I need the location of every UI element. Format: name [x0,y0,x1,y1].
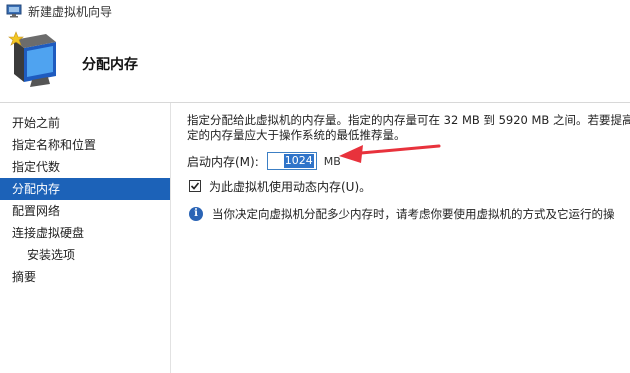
wizard-header: 分配内存 [0,22,630,103]
window-title: 新建虚拟机向导 [28,4,113,19]
startup-memory-row: 启动内存(M): 1024 MB [187,151,341,171]
sidebar-step-2[interactable]: 指定名称和位置 [0,134,170,156]
dynamic-memory-label: 为此虚拟机使用动态内存(U)。 [209,179,372,194]
page-title: 分配内存 [82,57,138,73]
red-arrow-annotation-icon [339,144,441,163]
dynamic-memory-checkbox[interactable] [189,180,201,192]
sidebar-step-6[interactable]: 连接虚拟硬盘 [0,222,170,244]
sidebar-step-8[interactable]: 摘要 [0,266,170,288]
checkmark-icon [190,182,200,190]
startup-memory-label: 启动内存(M): [187,154,259,169]
sidebar-step-7[interactable]: 安装选项 [0,244,170,266]
sidebar-step-4[interactable]: 分配内存 [0,178,170,200]
info-text: 当你决定向虚拟机分配多少内存时，请考虑你要使用虚拟机的方式及它运行的操 [212,207,615,221]
info-icon: i [189,207,203,221]
dynamic-memory-row: 为此虚拟机使用动态内存(U)。 [189,178,371,194]
info-row: i 当你决定向虚拟机分配多少内存时，请考虑你要使用虚拟机的方式及它运行的操 [189,205,615,223]
description-text: 指定分配给此虚拟机的内存量。指定的内存量可在 32 MB 到 5920 MB 之… [187,113,630,143]
sidebar-step-5[interactable]: 配置网络 [0,200,170,222]
startup-memory-value: 1024 [283,154,314,168]
hyperv-app-icon [6,4,22,18]
startup-memory-input[interactable]: 1024 [266,152,317,170]
sidebar-step-3[interactable]: 指定代数 [0,156,170,178]
description-line-1: 指定分配给此虚拟机的内存量。指定的内存量可在 32 MB 到 5920 MB 之… [187,113,630,127]
new-vm-wizard-icon [8,31,56,87]
title-bar: 新建虚拟机向导 [0,0,630,22]
steps-list: 开始之前 指定名称和位置 指定代数 分配内存 配置网络 连接虚拟硬盘 安装选项 摘要 [0,103,170,288]
sidebar-step-1[interactable]: 开始之前 [0,112,170,134]
wizard-steps-sidebar: 开始之前 指定名称和位置 指定代数 分配内存 配置网络 连接虚拟硬盘 安装选项 摘要 [0,103,171,373]
